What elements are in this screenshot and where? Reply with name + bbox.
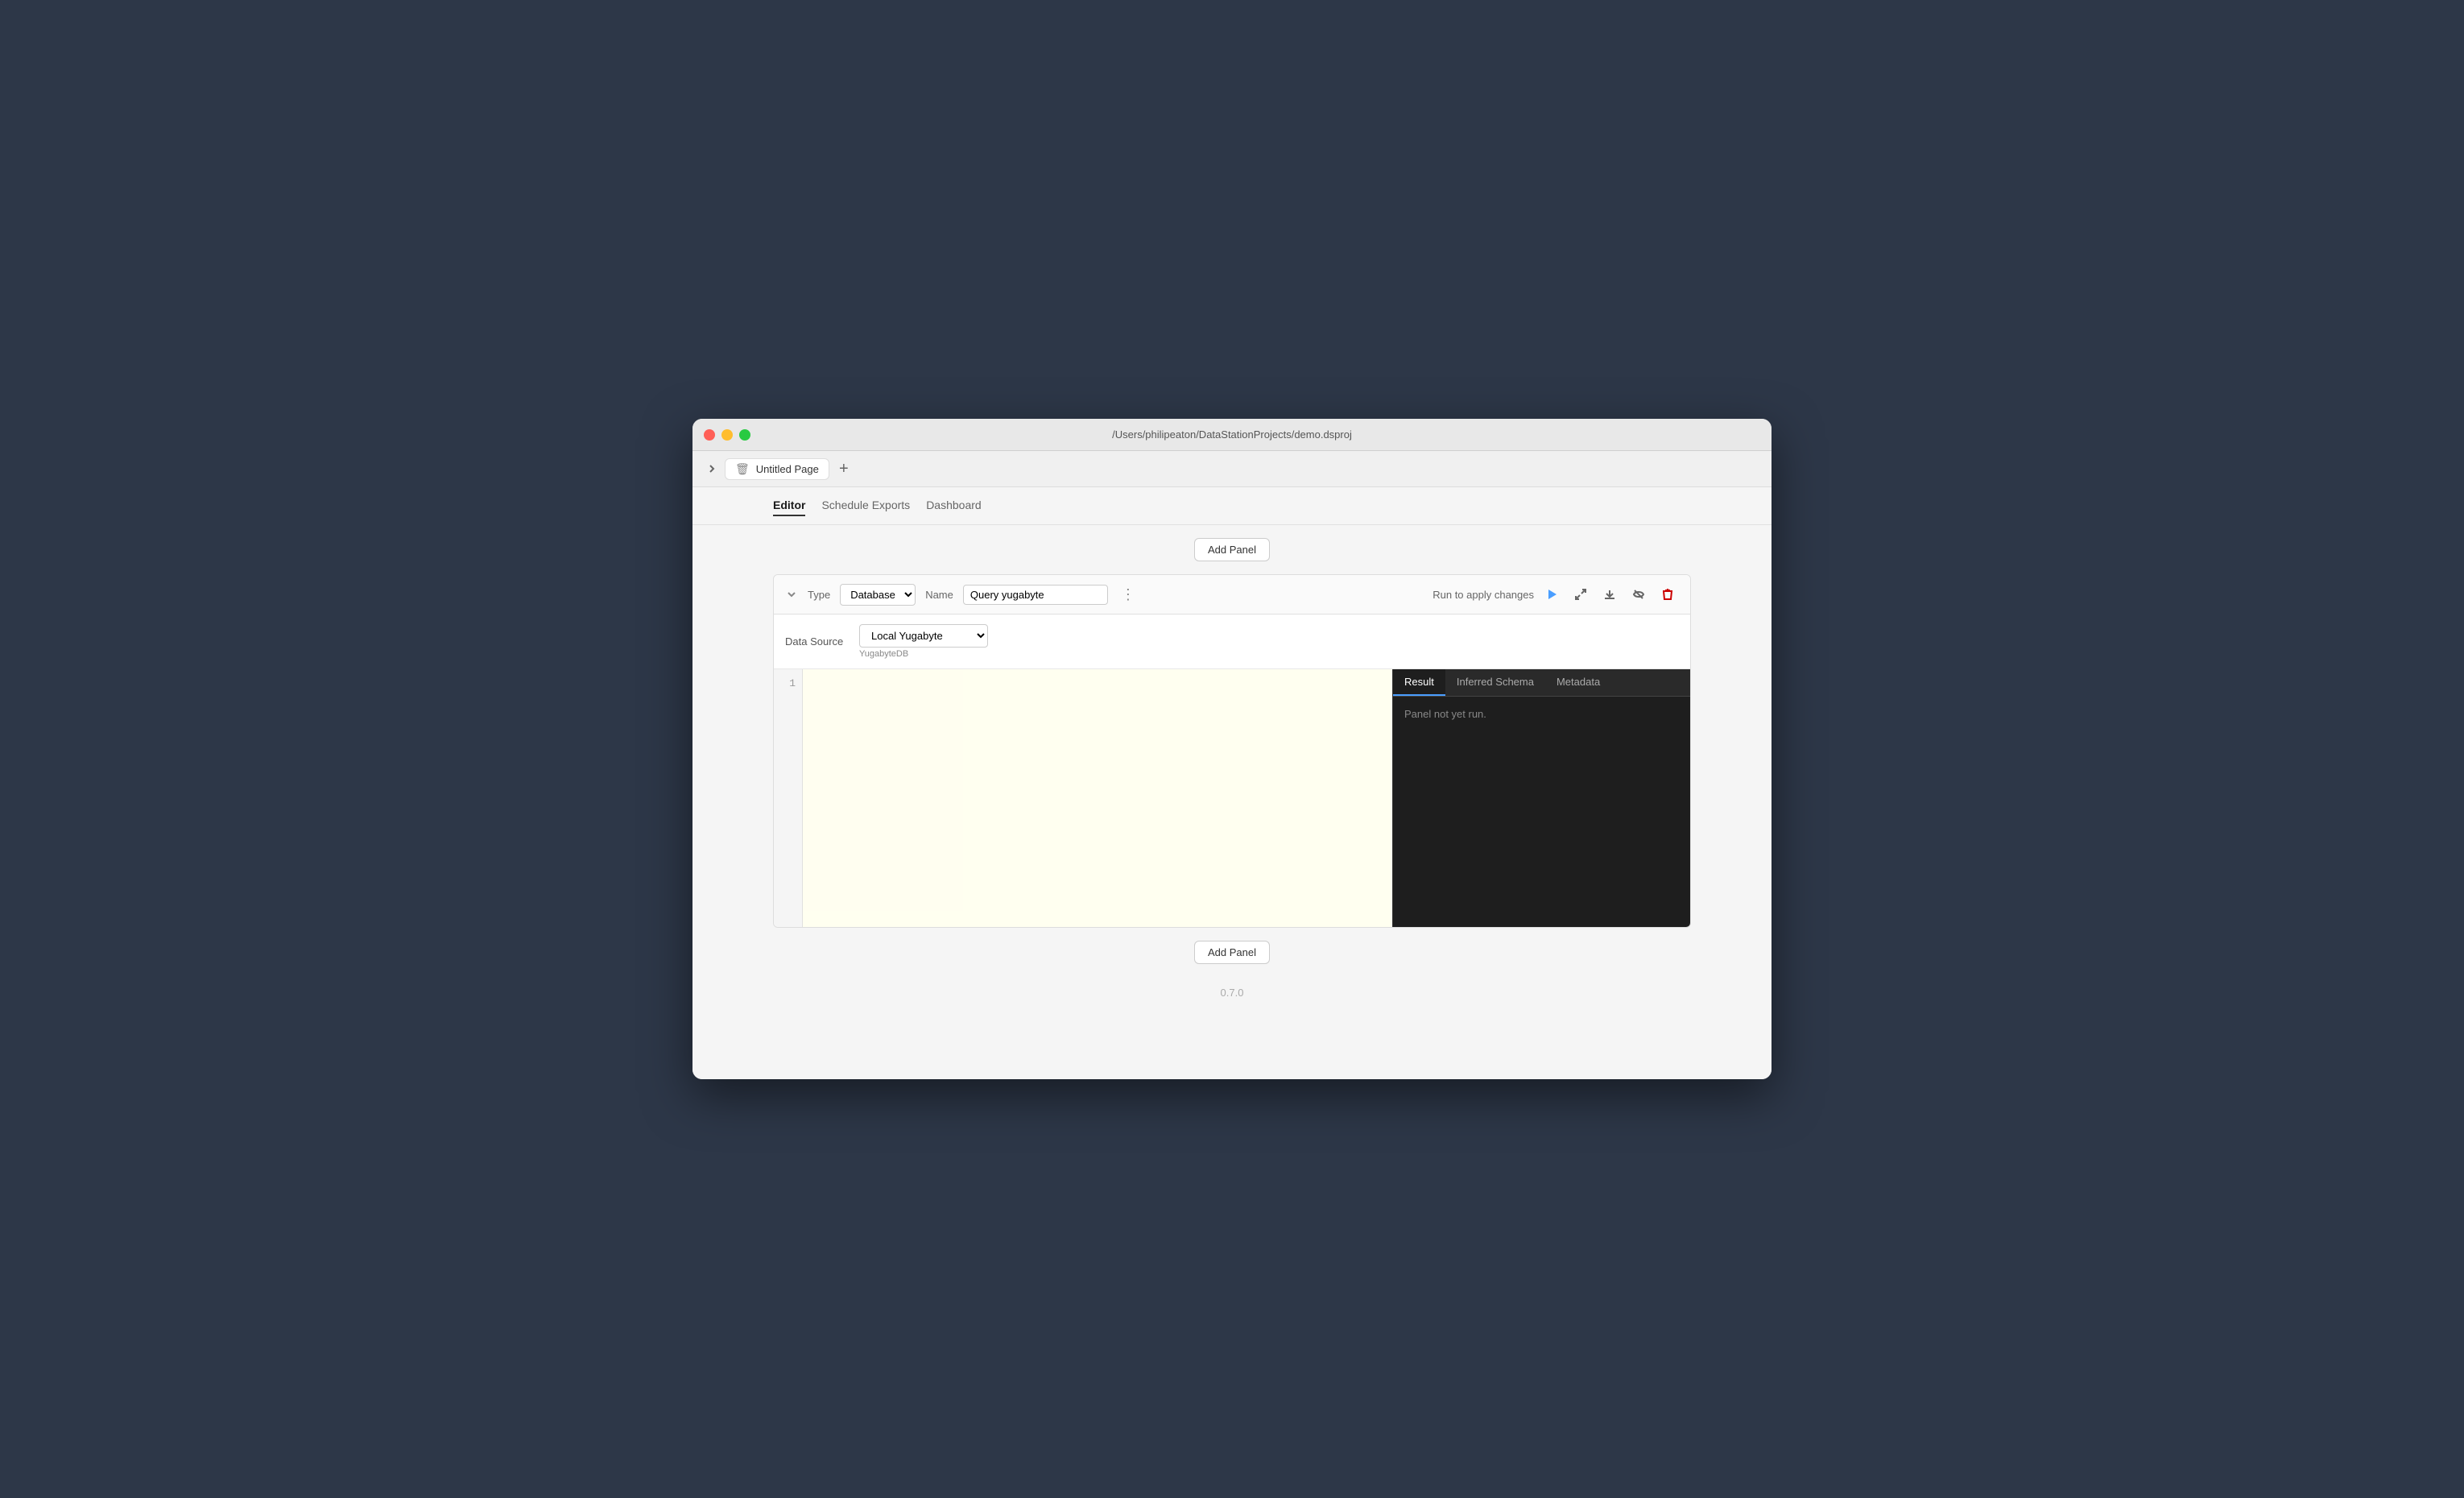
sidebar-toggle[interactable] bbox=[702, 459, 721, 478]
maximize-button[interactable] bbox=[739, 429, 750, 441]
hide-button[interactable] bbox=[1627, 583, 1650, 606]
minimize-button[interactable] bbox=[721, 429, 733, 441]
result-tab-metadata[interactable]: Metadata bbox=[1545, 669, 1611, 696]
panel-name-input[interactable] bbox=[963, 585, 1108, 605]
line-number-1: 1 bbox=[780, 677, 796, 689]
tabbar: 🗑 Untitled Page + bbox=[692, 451, 1772, 487]
name-label: Name bbox=[925, 589, 953, 601]
titlebar: /Users/philipeaton/DataStationProjects/d… bbox=[692, 419, 1772, 451]
add-panel-top-button[interactable]: Add Panel bbox=[1194, 538, 1270, 561]
version-label: 0.7.0 bbox=[1221, 987, 1244, 999]
run-label: Run to apply changes bbox=[1433, 589, 1534, 601]
result-panel: Result Inferred Schema Metadata Panel no… bbox=[1392, 669, 1690, 927]
panel-header: Type Database Name ⋮ Run to apply change… bbox=[774, 575, 1690, 615]
tab-trash-icon[interactable]: 🗑 bbox=[735, 462, 750, 476]
editor-nav: Editor Schedule Exports Dashboard bbox=[692, 487, 1772, 525]
datasource-select-wrap: Local Yugabyte YugabyteDB bbox=[859, 624, 988, 659]
datasource-label: Data Source bbox=[785, 635, 850, 648]
datasource-sub: YugabyteDB bbox=[859, 649, 988, 659]
panel-body: Data Source Local Yugabyte YugabyteDB bbox=[774, 615, 1690, 927]
editor-area: 1 Result Inferred Schema Metadata bbox=[774, 669, 1690, 927]
add-panel-bottom-button[interactable]: Add Panel bbox=[1194, 941, 1270, 964]
datasource-select[interactable]: Local Yugabyte bbox=[859, 624, 988, 648]
result-tabs: Result Inferred Schema Metadata bbox=[1393, 669, 1690, 697]
result-content: Panel not yet run. bbox=[1393, 697, 1690, 927]
download-button[interactable] bbox=[1598, 583, 1621, 606]
code-textarea[interactable] bbox=[803, 669, 963, 911]
app-window: /Users/philipeaton/DataStationProjects/d… bbox=[692, 419, 1772, 1079]
footer: 0.7.0 bbox=[773, 977, 1691, 1008]
window-path: /Users/philipeaton/DataStationProjects/d… bbox=[1112, 428, 1352, 441]
query-panel: Type Database Name ⋮ Run to apply change… bbox=[773, 574, 1691, 928]
main-content: 🗑 Untitled Page + Editor Schedule Export… bbox=[692, 451, 1772, 1079]
result-tab-result[interactable]: Result bbox=[1393, 669, 1445, 696]
expand-button[interactable] bbox=[1569, 583, 1592, 606]
code-editor-area: 1 bbox=[774, 669, 1392, 927]
page-tab[interactable]: 🗑 Untitled Page bbox=[725, 458, 829, 480]
datasource-row: Data Source Local Yugabyte YugabyteDB bbox=[774, 615, 1690, 669]
nav-schedule-exports[interactable]: Schedule Exports bbox=[821, 495, 910, 516]
tab-label: Untitled Page bbox=[756, 463, 819, 475]
add-tab-button[interactable]: + bbox=[833, 457, 855, 480]
panel-actions: Run to apply changes bbox=[1433, 583, 1679, 606]
type-label: Type bbox=[808, 589, 830, 601]
code-input-area[interactable] bbox=[803, 669, 1392, 927]
nav-editor[interactable]: Editor bbox=[773, 495, 805, 516]
panel-collapse-button[interactable] bbox=[785, 588, 798, 601]
window-controls bbox=[704, 429, 750, 441]
delete-panel-button[interactable] bbox=[1656, 583, 1679, 606]
nav-dashboard[interactable]: Dashboard bbox=[926, 495, 982, 516]
panel-menu-button[interactable]: ⋮ bbox=[1118, 586, 1139, 603]
panel-type-select[interactable]: Database bbox=[840, 584, 916, 606]
result-empty-message: Panel not yet run. bbox=[1404, 708, 1486, 720]
result-tab-inferred[interactable]: Inferred Schema bbox=[1445, 669, 1545, 696]
close-button[interactable] bbox=[704, 429, 715, 441]
editor-content: Add Panel Type Database Name bbox=[692, 525, 1772, 1079]
run-button[interactable] bbox=[1540, 583, 1563, 606]
line-numbers: 1 bbox=[774, 669, 803, 927]
